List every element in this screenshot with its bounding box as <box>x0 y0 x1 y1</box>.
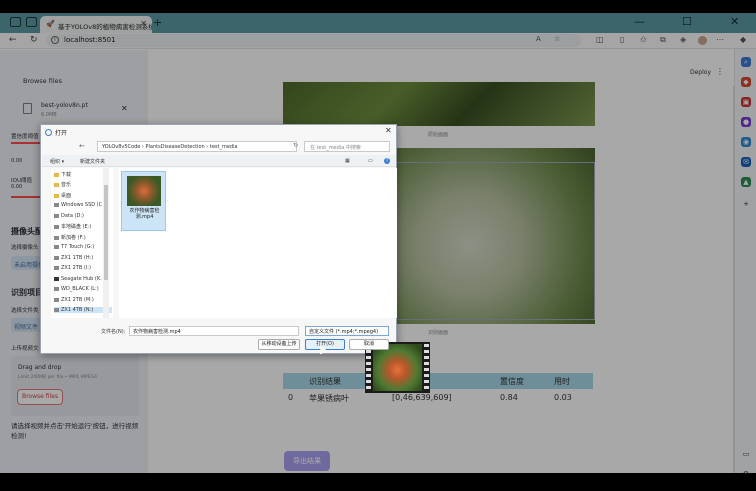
dialog-title: 打开 <box>55 130 68 137</box>
dialog-path[interactable]: YOLOv8v5Code › PlantsDiseaseDetection › … <box>97 141 297 152</box>
dialog-back-icon[interactable]: ← <box>79 142 85 150</box>
nav-item[interactable]: 音乐 <box>54 181 71 188</box>
nav-scroll-thumb[interactable] <box>104 185 108 280</box>
nav-item[interactable]: 本地磁盘 (E:) <box>54 223 91 230</box>
video-thumbnail <box>127 176 161 206</box>
screen: 🚀 基于YOLOv8的植物病害检测系统 ✕ + — ☐ ✕ ← ↻ i loca… <box>0 0 756 491</box>
open-file-dialog: 打开 ✕ ← YOLOv8v5Code › PlantsDiseaseDetec… <box>40 124 430 393</box>
file-type-dropdown[interactable]: 自定义文件 (*.mp4;*.mpeg4) <box>305 326 389 336</box>
film-holes-left <box>366 344 371 391</box>
nav-item[interactable]: Data (D:) <box>54 213 84 219</box>
preview-pane-icon[interactable]: ▭ <box>368 158 373 164</box>
nav-item[interactable]: 下载 <box>54 171 71 178</box>
file-name-label: 文件名(N): <box>101 329 126 335</box>
dialog-command-bar: 组织 ▾ 新建文件夹 ▦ ▭ ? <box>42 155 396 167</box>
dialog-app-icon <box>45 129 52 136</box>
organize-menu[interactable]: 组织 ▾ <box>50 158 64 165</box>
view-icon[interactable]: ▦ <box>345 158 350 164</box>
cancel-button[interactable]: 取消 <box>349 339 389 350</box>
nav-item[interactable]: T7 Touch (G:) <box>54 244 94 250</box>
file-item-video[interactable]: 农作物病害检测.mp4 <box>121 171 166 231</box>
nav-item[interactable]: ZX1 2TB (M:) <box>54 297 94 303</box>
dialog-close-icon[interactable]: ✕ <box>385 126 392 135</box>
preview-image <box>373 344 422 391</box>
nav-item[interactable]: 桌面 <box>54 192 71 199</box>
upload-from-mobile-button[interactable]: 从移动设备上传 <box>258 339 300 350</box>
file-item-name: 农作物病害检测.mp4 <box>129 208 160 220</box>
nav-item[interactable]: Seagate Hub (K: <box>54 276 102 282</box>
film-holes-right <box>424 344 429 391</box>
nav-item[interactable]: ZX1 2TB (I:) <box>54 265 91 271</box>
help-icon[interactable]: ? <box>384 158 390 164</box>
dialog-search[interactable]: 在 test_media 中搜索 <box>304 141 390 152</box>
nav-item[interactable]: 新加卷 (F:) <box>54 234 86 241</box>
nav-item[interactable]: ZX1 1TB (H:) <box>54 255 93 261</box>
file-name-input[interactable]: 农作物病害检测.mp4 <box>129 326 299 336</box>
nav-item[interactable]: Windows SSD (C <box>54 202 102 208</box>
nav-item[interactable]: WD_BLACK (L:) <box>54 286 99 292</box>
new-folder-button[interactable]: 新建文件夹 <box>80 158 105 165</box>
dialog-refresh-icon[interactable]: ↻ <box>293 142 298 149</box>
